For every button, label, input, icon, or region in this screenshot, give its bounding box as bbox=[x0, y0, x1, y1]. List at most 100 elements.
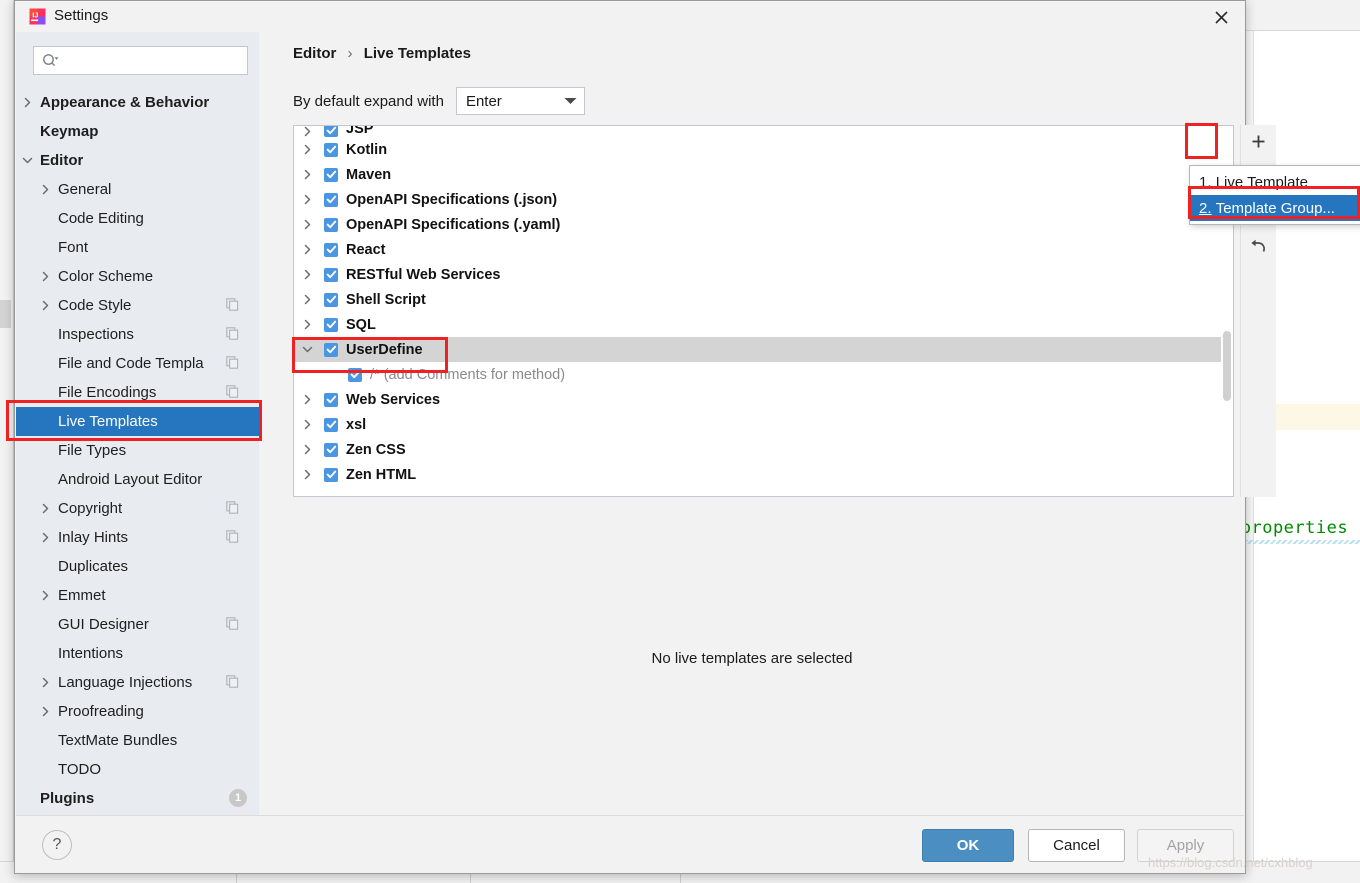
template-checkbox[interactable] bbox=[320, 217, 342, 232]
sidebar-item-language-injections[interactable]: Language Injections bbox=[16, 668, 259, 697]
list-scrollbar-thumb[interactable] bbox=[1223, 331, 1231, 401]
sidebar-item-emmet[interactable]: Emmet bbox=[16, 581, 259, 610]
chevron-right-icon[interactable] bbox=[294, 126, 320, 137]
sidebar-item-android-layout-editor[interactable]: Android Layout Editor bbox=[16, 465, 259, 494]
chevron-right-icon[interactable] bbox=[294, 269, 320, 280]
sidebar-item-inspections[interactable]: Inspections bbox=[16, 320, 259, 349]
chevron-right-icon[interactable] bbox=[38, 184, 52, 195]
revert-arrow-icon[interactable] bbox=[1241, 230, 1276, 263]
template-row[interactable]: Kotlin bbox=[294, 137, 1233, 162]
sidebar-item-gui-designer[interactable]: GUI Designer bbox=[16, 610, 259, 639]
template-checkbox[interactable] bbox=[320, 342, 342, 357]
template-checkbox[interactable] bbox=[320, 292, 342, 307]
chevron-down-icon[interactable] bbox=[20, 155, 34, 166]
chevron-right-icon[interactable] bbox=[38, 677, 52, 688]
expand-with-select[interactable]: Enter bbox=[455, 87, 585, 115]
chevron-right-icon[interactable] bbox=[294, 244, 320, 255]
chevron-right-icon[interactable] bbox=[294, 219, 320, 230]
template-row[interactable]: Web Services bbox=[294, 387, 1233, 412]
sidebar-item-proofreading[interactable]: Proofreading bbox=[16, 697, 259, 726]
template-checkbox[interactable] bbox=[320, 317, 342, 332]
add-template-menu[interactable]: 1. Live Template 2. Template Group... bbox=[1189, 165, 1360, 225]
ide-left-tool-button[interactable] bbox=[0, 300, 11, 328]
template-checkbox[interactable] bbox=[320, 242, 342, 257]
sidebar-item-file-encodings[interactable]: File Encodings bbox=[16, 378, 259, 407]
template-checkbox[interactable] bbox=[320, 142, 342, 157]
chevron-right-icon[interactable] bbox=[20, 97, 34, 108]
sidebar-item-keymap[interactable]: Keymap bbox=[16, 117, 259, 146]
template-checkbox[interactable] bbox=[320, 167, 342, 182]
template-row[interactable]: JSP bbox=[294, 126, 1233, 137]
sidebar-item-inlay-hints[interactable]: Inlay Hints bbox=[16, 523, 259, 552]
chevron-right-icon[interactable] bbox=[294, 194, 320, 205]
sidebar-item-appearance-behavior[interactable]: Appearance & Behavior bbox=[16, 88, 259, 117]
sidebar-item-editor[interactable]: Editor bbox=[16, 146, 259, 175]
chevron-down-icon[interactable] bbox=[294, 344, 320, 355]
chevron-right-icon[interactable] bbox=[38, 532, 52, 543]
sidebar-item-code-style[interactable]: Code Style bbox=[16, 291, 259, 320]
sidebar-item-todo[interactable]: TODO bbox=[16, 755, 259, 784]
sidebar-item-file-types[interactable]: File Types bbox=[16, 436, 259, 465]
template-row[interactable]: Zen HTML bbox=[294, 462, 1233, 487]
sidebar-item-color-scheme[interactable]: Color Scheme bbox=[16, 262, 259, 291]
sidebar-item-code-editing[interactable]: Code Editing bbox=[16, 204, 259, 233]
copy-settings-icon[interactable] bbox=[226, 501, 239, 518]
copy-settings-icon[interactable] bbox=[226, 530, 239, 547]
sidebar-item-live-templates[interactable]: Live Templates bbox=[16, 407, 259, 436]
template-row[interactable]: /* (add Comments for method) bbox=[294, 362, 1233, 387]
chevron-right-icon[interactable] bbox=[294, 394, 320, 405]
close-icon[interactable] bbox=[1203, 4, 1239, 30]
chevron-right-icon[interactable] bbox=[294, 144, 320, 155]
template-checkbox[interactable] bbox=[320, 392, 342, 407]
chevron-right-icon[interactable] bbox=[38, 706, 52, 717]
chevron-right-icon[interactable] bbox=[294, 469, 320, 480]
chevron-right-icon[interactable] bbox=[294, 444, 320, 455]
sidebar-item-font[interactable]: Font bbox=[16, 233, 259, 262]
search-input[interactable] bbox=[59, 47, 252, 74]
settings-search-box[interactable] bbox=[33, 46, 252, 75]
template-checkbox[interactable] bbox=[320, 126, 342, 137]
template-row[interactable]: UserDefine bbox=[294, 337, 1233, 362]
sidebar-item-intentions[interactable]: Intentions bbox=[16, 639, 259, 668]
sidebar-item-plugins[interactable]: Plugins 1 bbox=[16, 784, 259, 813]
breadcrumb-root[interactable]: Editor bbox=[293, 45, 336, 62]
chevron-right-icon[interactable] bbox=[38, 300, 52, 311]
ok-button[interactable]: OK bbox=[922, 829, 1014, 862]
menu-item-template-group[interactable]: 2. Template Group... bbox=[1190, 195, 1360, 221]
chevron-right-icon[interactable] bbox=[38, 590, 52, 601]
settings-category-tree[interactable]: Appearance & Behavior Keymap Editor General… bbox=[16, 88, 259, 818]
template-row[interactable]: React bbox=[294, 237, 1233, 262]
copy-settings-icon[interactable] bbox=[226, 327, 239, 344]
template-row[interactable]: Maven bbox=[294, 162, 1233, 187]
sidebar-item-file-and-code-templa[interactable]: File and Code Templa bbox=[16, 349, 259, 378]
template-checkbox[interactable] bbox=[320, 417, 342, 432]
template-row[interactable]: RESTful Web Services bbox=[294, 262, 1233, 287]
template-checkbox[interactable] bbox=[320, 442, 342, 457]
template-row[interactable]: Zen CSS bbox=[294, 437, 1233, 462]
chevron-right-icon[interactable] bbox=[38, 503, 52, 514]
sidebar-item-general[interactable]: General bbox=[16, 175, 259, 204]
copy-settings-icon[interactable] bbox=[226, 675, 239, 692]
template-checkbox[interactable] bbox=[344, 367, 366, 382]
template-row[interactable]: xsl bbox=[294, 412, 1233, 437]
menu-item-live-template[interactable]: 1. Live Template bbox=[1190, 169, 1360, 195]
live-templates-list[interactable]: JSP Kotlin Maven OpenAPI Specifications (.j… bbox=[293, 125, 1234, 497]
template-checkbox[interactable] bbox=[320, 192, 342, 207]
chevron-right-icon[interactable] bbox=[294, 294, 320, 305]
chevron-right-icon[interactable] bbox=[294, 169, 320, 180]
template-checkbox[interactable] bbox=[320, 467, 342, 482]
template-row[interactable]: OpenAPI Specifications (.yaml) bbox=[294, 212, 1233, 237]
sidebar-item-copyright[interactable]: Copyright bbox=[16, 494, 259, 523]
chevron-right-icon[interactable] bbox=[294, 419, 320, 430]
question-mark-icon[interactable]: ? bbox=[42, 830, 72, 860]
sidebar-item-duplicates[interactable]: Duplicates bbox=[16, 552, 259, 581]
copy-settings-icon[interactable] bbox=[226, 385, 239, 402]
copy-settings-icon[interactable] bbox=[226, 356, 239, 373]
template-row[interactable]: SQL bbox=[294, 312, 1233, 337]
copy-settings-icon[interactable] bbox=[226, 617, 239, 634]
add-template-button[interactable] bbox=[1241, 125, 1276, 158]
chevron-right-icon[interactable] bbox=[294, 319, 320, 330]
cancel-button[interactable]: Cancel bbox=[1028, 829, 1125, 862]
template-checkbox[interactable] bbox=[320, 267, 342, 282]
template-row[interactable]: OpenAPI Specifications (.json) bbox=[294, 187, 1233, 212]
